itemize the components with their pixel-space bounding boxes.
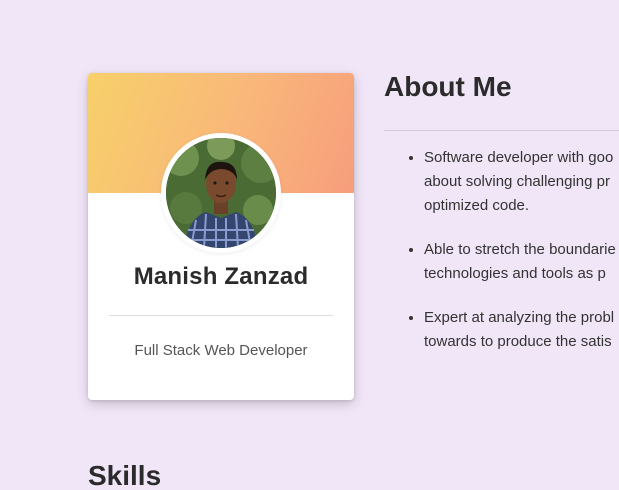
profile-name: Manish Zanzad	[133, 263, 309, 290]
skills-title: Skills	[88, 460, 162, 490]
about-item-line: about solving challenging pr	[424, 173, 610, 190]
about-item-line: technologies and tools as p	[424, 265, 606, 282]
about-item-line: optimized code.	[424, 197, 530, 214]
about-item-line: Able to stretch the boundarie	[424, 241, 616, 258]
about-item: Able to stretch the boundarie technologi…	[424, 238, 619, 286]
about-item: Software developer with goo about solvin…	[424, 146, 619, 218]
about-item-line: Software developer with goo	[424, 149, 614, 166]
avatar	[166, 138, 276, 248]
profile-card: Manish Zanzad Full Stack Web Developer	[88, 73, 354, 400]
portfolio-page: Manish Zanzad Full Stack Web Developer A…	[0, 0, 619, 490]
about-divider	[384, 130, 619, 131]
about-item: Expert at analyzing the probl towards to…	[424, 306, 619, 354]
profile-photo-icon	[166, 138, 276, 248]
about-list: Software developer with goo about solvin…	[384, 146, 619, 374]
about-item-line: towards to produce the satis	[424, 333, 612, 350]
about-title: About Me	[384, 71, 512, 102]
profile-role: Full Stack Web Developer	[134, 342, 308, 359]
card-divider	[109, 315, 333, 316]
about-item-line: Expert at analyzing the probl	[424, 309, 615, 326]
